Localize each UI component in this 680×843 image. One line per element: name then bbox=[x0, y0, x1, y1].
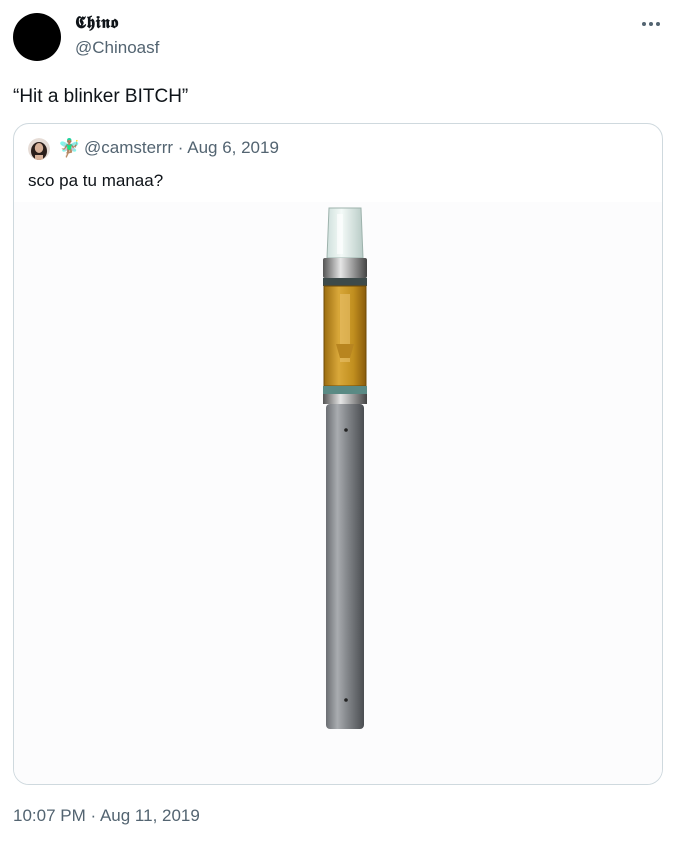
vape-pen-image bbox=[323, 207, 367, 729]
tweet-time[interactable]: 10:07 PM bbox=[13, 806, 86, 825]
quoted-tweet-meta: @camsterrr · Aug 6, 2019 bbox=[84, 138, 279, 158]
tweet-timestamp[interactable]: 10:07 PM · Aug 11, 2019 bbox=[13, 806, 200, 826]
timestamp-separator: · bbox=[90, 806, 100, 825]
more-dots-icon[interactable] bbox=[636, 14, 666, 34]
author-display-name[interactable]: 𝕮𝖍𝖎𝖓𝖔 bbox=[75, 13, 119, 33]
quoted-author-avatar bbox=[28, 138, 50, 160]
fairy-emoji-icon: 🧚🏽‍♂️ bbox=[58, 138, 81, 158]
tweet-date[interactable]: Aug 11, 2019 bbox=[100, 806, 200, 825]
tweet-text: “Hit a blinker BITCH” bbox=[13, 86, 189, 107]
quoted-author-handle: @camsterrr bbox=[84, 138, 174, 157]
meta-separator: · bbox=[177, 138, 188, 157]
quoted-tweet-image[interactable] bbox=[14, 202, 662, 784]
quoted-tweet-text: sco pa tu manaa? bbox=[28, 171, 164, 190]
quoted-tweet-date: Aug 6, 2019 bbox=[187, 138, 279, 157]
author-handle[interactable]: @Chinoasf bbox=[75, 38, 159, 58]
author-avatar[interactable] bbox=[13, 13, 61, 61]
quoted-tweet-card[interactable]: 🧚🏽‍♂️ @camsterrr · Aug 6, 2019 sco pa tu… bbox=[13, 123, 663, 785]
